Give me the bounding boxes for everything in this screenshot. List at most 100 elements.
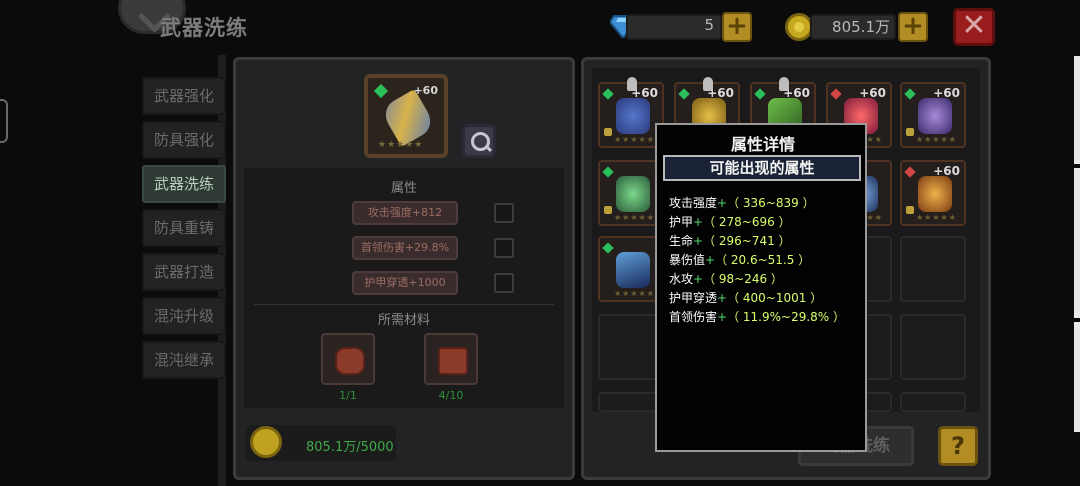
empty-slot	[900, 314, 966, 380]
weapon-level: +60	[933, 86, 960, 100]
close-button[interactable]: ✕	[953, 8, 995, 46]
weapon-stars: ★★★★★	[378, 140, 424, 150]
equipped-marker-icon	[627, 77, 637, 91]
tab-armor-enhance[interactable]: 防具强化	[142, 121, 226, 159]
quality-gem-icon	[830, 88, 842, 100]
gem-count: 5	[704, 16, 714, 34]
tab-chaos-upgrade[interactable]: 混沌升级	[142, 297, 226, 335]
weapon-icon	[616, 252, 650, 288]
attribute-range: （ 296~741 ）	[703, 234, 791, 248]
plus-sign: +	[717, 310, 728, 324]
attribute-line: 首领伤害+29.8%	[352, 236, 458, 260]
quality-gem-icon	[602, 166, 614, 178]
weapon-stars: ★★★★★	[916, 135, 957, 144]
gold-cost: 805.1万/5000	[306, 440, 394, 455]
quality-gem-icon	[373, 83, 389, 99]
attribute-range: （ 278~696 ）	[703, 215, 791, 229]
possible-attribute-row: 水攻+（ 98~246 ）	[669, 270, 783, 287]
attribute-range: （ 11.9%~29.8% ）	[727, 310, 846, 324]
popup-subtitle: 可能出现的属性	[663, 155, 861, 181]
quality-gem-icon	[602, 88, 614, 100]
gold-count: 805.1万	[832, 18, 890, 36]
refine-stone-icon	[335, 347, 365, 375]
tab-weapon-forge[interactable]: 武器打造	[142, 253, 226, 291]
plus-sign: +	[693, 234, 704, 248]
attribute-name: 生命	[669, 234, 694, 248]
attribute-name: 护甲穿透	[669, 291, 718, 305]
ore-icon	[438, 347, 468, 375]
weapon-stars: ★★★★★	[614, 289, 655, 298]
possible-attribute-row: 生命+（ 296~741 ）	[669, 232, 791, 249]
lock-icon	[906, 206, 914, 214]
attribute-lock-checkbox[interactable]	[494, 273, 514, 293]
selected-weapon-slot[interactable]: +60 ★★★★★	[364, 74, 448, 158]
attribute-name: 水攻	[669, 272, 694, 286]
materials-heading: 所需材料	[377, 313, 430, 328]
weapon-level: +60	[933, 164, 960, 178]
weapon-icon	[616, 176, 650, 212]
attribute-lock-checkbox[interactable]	[494, 203, 514, 223]
weapon-icon	[918, 98, 952, 134]
material-slot[interactable]	[424, 333, 478, 385]
material-slot[interactable]	[321, 333, 375, 385]
magnify-icon[interactable]	[462, 124, 496, 158]
right-edge-strip	[1074, 168, 1080, 318]
tab-weapon-refine[interactable]: 武器洗练	[142, 165, 226, 203]
weapon-stars: ★★★★★	[614, 213, 655, 222]
empty-slot	[900, 236, 966, 302]
add-gems-button[interactable]: +	[722, 12, 752, 42]
material-count: 4/10	[438, 389, 464, 402]
quality-gem-icon	[754, 88, 766, 100]
weapon-level: +60	[413, 84, 438, 97]
weapon-stars: ★★★★★	[614, 135, 655, 144]
attribute-range: （ 98~246 ）	[703, 272, 783, 286]
screen-title: 武器洗练	[160, 16, 248, 40]
material-count: 1/1	[339, 389, 357, 402]
possible-attribute-row: 护甲+（ 278~696 ）	[669, 213, 791, 230]
weapon-stars: ★★★★★	[916, 213, 957, 222]
help-button[interactable]: ?	[938, 426, 978, 466]
attribute-range: （ 400~1001 ）	[727, 291, 823, 305]
popup-title: 属性详情	[730, 135, 795, 154]
right-edge-strip	[1074, 56, 1080, 164]
right-edge-strip	[1074, 322, 1080, 432]
attribute-detail-popup[interactable]: 属性详情 可能出现的属性 攻击强度+（ 336~839 ） 护甲+（ 278~6…	[655, 123, 867, 452]
attribute-name: 暴伤值	[669, 253, 706, 267]
weapon-icon	[616, 98, 650, 134]
quality-gem-icon	[904, 166, 916, 178]
weapon-icon	[379, 88, 437, 148]
possible-attribute-row: 首领伤害+（ 11.9%~29.8% ）	[669, 308, 845, 325]
quality-gem-icon	[904, 88, 916, 100]
tab-chaos-inherit[interactable]: 混沌继承	[142, 341, 226, 379]
left-edge-handle	[0, 99, 8, 143]
attributes-heading: 属性	[390, 181, 417, 196]
gold-coin-icon	[785, 13, 813, 41]
tab-weapon-enhance[interactable]: 武器强化	[142, 77, 226, 115]
inventory-weapon-slot[interactable]: +60 ★★★★★	[900, 160, 966, 226]
lock-icon	[604, 128, 612, 136]
divider	[254, 304, 554, 305]
weapon-icon	[918, 176, 952, 212]
empty-slot	[900, 392, 966, 412]
plus-sign: +	[693, 272, 704, 286]
possible-attribute-row: 护甲穿透+（ 400~1001 ）	[669, 289, 822, 306]
attribute-range: （ 20.6~51.5 ）	[715, 253, 811, 267]
attribute-line: 攻击强度+812	[352, 201, 458, 225]
attribute-lock-checkbox[interactable]	[494, 238, 514, 258]
attribute-name: 攻击强度	[669, 196, 718, 210]
attribute-line: 护甲穿透+1000	[352, 271, 458, 295]
attribute-name: 首领伤害	[669, 310, 718, 324]
lock-icon	[604, 206, 612, 214]
attribute-range: （ 336~839 ）	[727, 196, 815, 210]
plus-sign: +	[693, 215, 704, 229]
lock-icon	[906, 128, 914, 136]
weapon-level: +60	[859, 86, 886, 100]
tab-armor-reforge[interactable]: 防具重铸	[142, 209, 226, 247]
plus-sign: +	[717, 196, 728, 210]
inventory-weapon-slot[interactable]: +60 ★★★★★	[900, 82, 966, 148]
quality-gem-icon	[678, 88, 690, 100]
possible-attribute-row: 攻击强度+（ 336~839 ）	[669, 194, 815, 211]
equipped-marker-icon	[703, 77, 713, 91]
add-gold-button[interactable]: +	[898, 12, 928, 42]
plus-sign: +	[717, 291, 728, 305]
